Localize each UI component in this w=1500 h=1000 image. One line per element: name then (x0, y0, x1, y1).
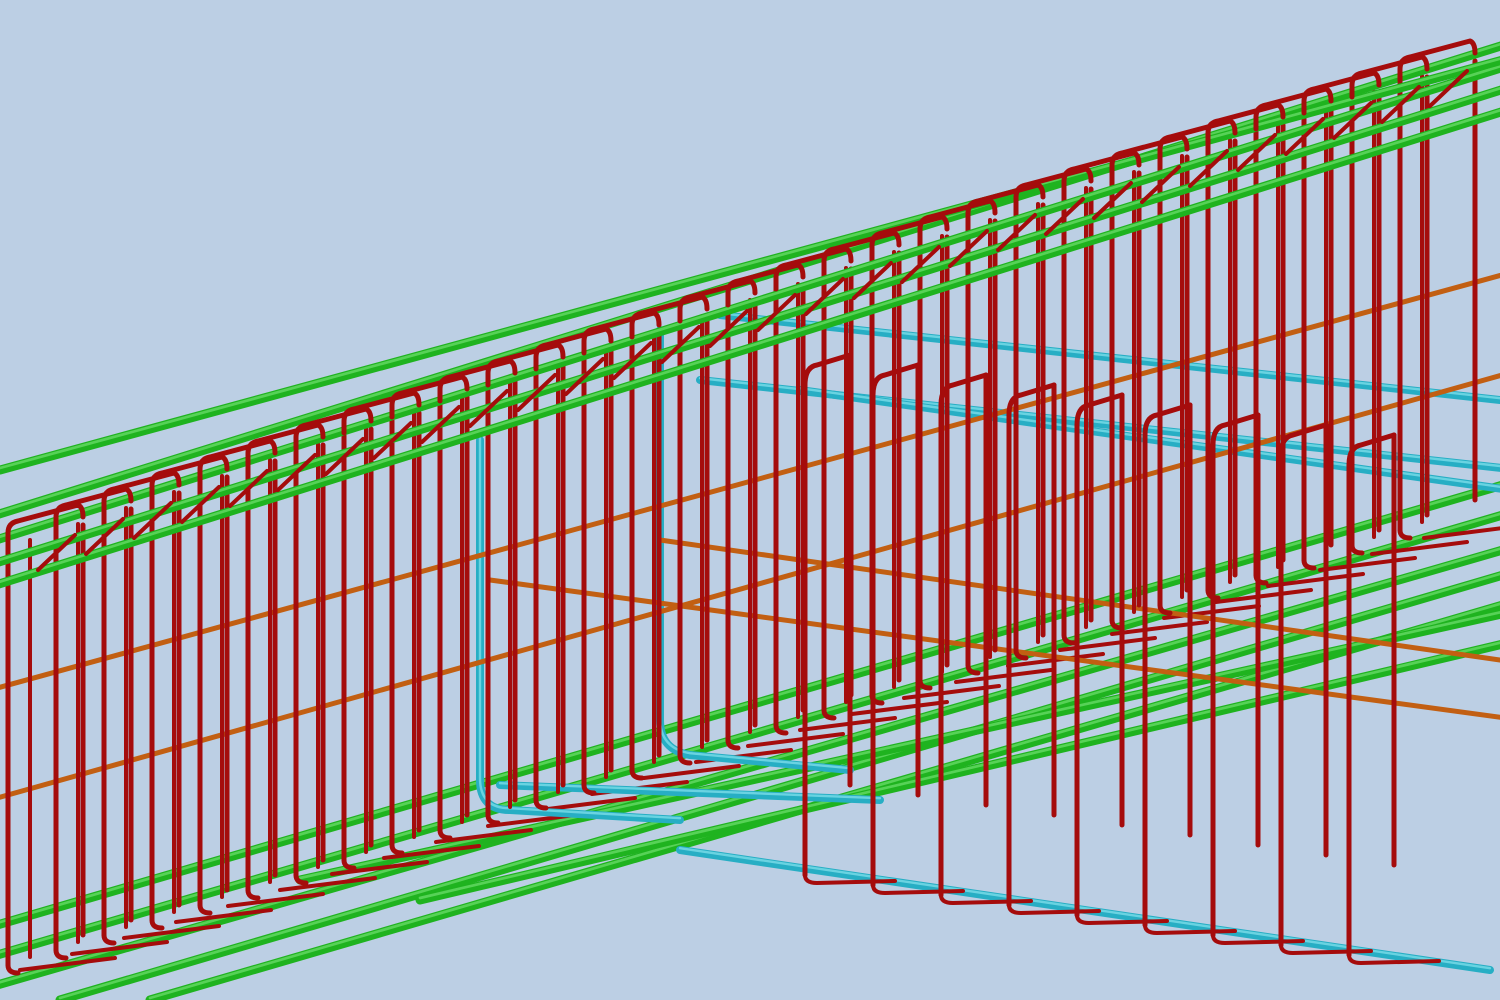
transverse-stirrup-top (802, 352, 853, 388)
stirrup-bottom-bend (437, 827, 453, 841)
stirrup-bottom-bend (389, 842, 405, 856)
stirrup-bottom-bend (485, 812, 501, 826)
stirrup-bottom-bend (1397, 527, 1413, 541)
stirrup-bottom-bend (1349, 542, 1365, 556)
stirrup-bottom-bend (101, 932, 117, 946)
3d-rebar-viewport[interactable] (0, 0, 1500, 1000)
stirrup-bottom-bend (53, 947, 69, 961)
stirrup-bottom-bend (245, 887, 261, 901)
stirrup-bottom-bend (533, 797, 549, 811)
rebar-cage-scene (0, 38, 1500, 1000)
stirrup-bottom-bend (197, 902, 213, 916)
stirrup-bottom-bend (149, 917, 165, 931)
stirrup-bottom-bend (1301, 557, 1317, 571)
stirrup-group (5, 58, 1478, 976)
stirrup-bottom-bend (5, 962, 21, 976)
